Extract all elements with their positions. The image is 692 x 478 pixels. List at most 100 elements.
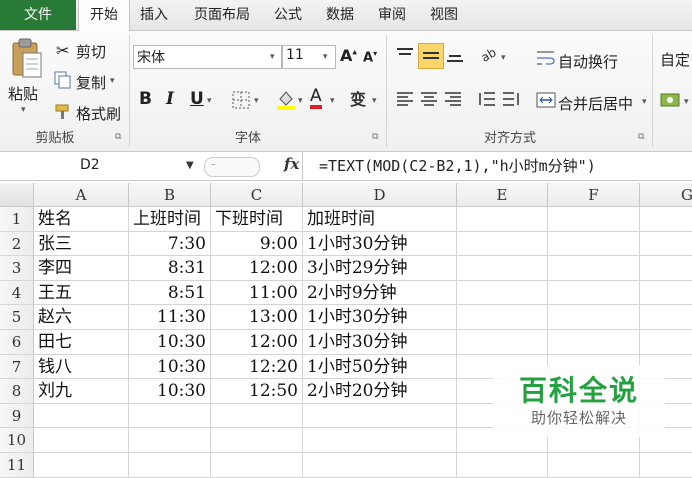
empty-cell[interactable] (640, 207, 692, 232)
empty-cell[interactable] (34, 453, 129, 478)
row-header[interactable]: 4 (0, 280, 34, 306)
empty-cell[interactable] (303, 403, 457, 429)
data-cell[interactable]: 7:30 (129, 231, 211, 257)
decrease-indent-icon[interactable] (478, 91, 496, 111)
empty-cell[interactable] (548, 330, 640, 355)
align-top-icon[interactable] (396, 47, 414, 67)
fill-color-icon[interactable] (276, 89, 296, 115)
row-header[interactable]: 3 (0, 256, 34, 281)
column-header[interactable]: C (211, 183, 303, 207)
tab-view[interactable]: 视图 (424, 0, 464, 30)
number-format-dropdown-icon[interactable]: ▾ (684, 97, 689, 107)
copy-button[interactable]: 复制 (76, 72, 106, 93)
overtime-cell[interactable]: 1小时30分钟 (303, 231, 457, 257)
wrap-text-icon[interactable] (536, 49, 556, 71)
data-cell[interactable]: 10:30 (129, 330, 211, 355)
clipboard-launcher-icon[interactable]: ⧉ (115, 132, 121, 142)
underline-button[interactable]: U (190, 89, 204, 109)
row-header[interactable]: 2 (0, 231, 34, 257)
empty-cell[interactable] (457, 256, 548, 281)
column-header[interactable]: E (457, 183, 548, 207)
bold-button[interactable]: B (139, 89, 152, 109)
tab-review[interactable]: 审阅 (372, 0, 412, 30)
overtime-cell[interactable]: 2小时9分钟 (303, 280, 457, 306)
merge-dropdown-icon[interactable]: ▾ (642, 97, 647, 107)
orientation-icon[interactable]: ab (478, 43, 500, 67)
border-dropdown-icon[interactable]: ▾ (254, 96, 259, 106)
font-size-select[interactable]: 11 ▾ (282, 45, 336, 69)
empty-cell[interactable] (548, 453, 640, 478)
phonetic-guide-icon[interactable]: 变 (350, 86, 366, 110)
empty-cell[interactable] (303, 428, 457, 453)
column-header[interactable]: G (640, 183, 692, 207)
empty-cell[interactable] (548, 280, 640, 306)
tab-data[interactable]: 数据 (320, 0, 360, 30)
data-cell[interactable]: 田七 (34, 330, 129, 355)
column-header[interactable]: A (34, 183, 129, 207)
empty-cell[interactable] (457, 453, 548, 478)
underline-dropdown-icon[interactable]: ▾ (207, 96, 212, 106)
number-format-icon[interactable] (660, 91, 684, 113)
overtime-cell[interactable]: 1小时30分钟 (303, 330, 457, 355)
row-header[interactable]: 6 (0, 330, 34, 355)
data-cell[interactable]: 12:50 (211, 379, 303, 404)
alignment-launcher-icon[interactable]: ⧉ (638, 132, 644, 142)
align-right-icon[interactable] (444, 91, 462, 111)
formula-bar-resizer-icon[interactable]: - (204, 157, 260, 177)
font-name-dropdown-icon[interactable]: ▾ (270, 52, 275, 62)
data-cell[interactable]: 钱八 (34, 354, 129, 380)
formula-input[interactable]: =TEXT(MOD(C2-B2,1),"h小时m分钟") (302, 152, 692, 180)
data-cell[interactable]: 张三 (34, 231, 129, 257)
italic-button[interactable]: I (166, 89, 174, 109)
custom-number-format-label[interactable]: 自定 (660, 49, 690, 70)
header-cell[interactable]: 加班时间 (303, 207, 457, 232)
empty-cell[interactable] (34, 403, 129, 429)
data-cell[interactable]: 8:51 (129, 280, 211, 306)
empty-cell[interactable] (303, 453, 457, 478)
header-cell[interactable]: 上班时间 (129, 207, 211, 232)
data-cell[interactable]: 10:30 (129, 354, 211, 380)
paste-dropdown-icon[interactable]: ▾ (21, 105, 26, 115)
data-cell[interactable]: 12:20 (211, 354, 303, 380)
font-launcher-icon[interactable]: ⧉ (372, 132, 378, 142)
empty-cell[interactable] (457, 330, 548, 355)
align-center-icon[interactable] (420, 91, 438, 111)
tab-file[interactable]: 文件 (0, 0, 76, 30)
paste-icon[interactable] (10, 37, 44, 85)
empty-cell[interactable] (640, 453, 692, 478)
empty-cell[interactable] (129, 428, 211, 453)
align-left-icon[interactable] (396, 91, 414, 111)
header-cell[interactable]: 下班时间 (211, 207, 303, 232)
border-icon[interactable] (232, 91, 250, 113)
empty-cell[interactable] (211, 453, 303, 478)
align-middle-icon[interactable] (418, 43, 444, 69)
increase-font-icon[interactable]: A▴ (340, 46, 357, 65)
copy-dropdown-icon[interactable]: ▾ (110, 76, 115, 86)
data-cell[interactable]: 12:00 (211, 256, 303, 281)
decrease-font-icon[interactable]: A▾ (363, 49, 377, 65)
overtime-cell[interactable]: 2小时20分钟 (303, 379, 457, 404)
empty-cell[interactable] (640, 305, 692, 330)
data-cell[interactable]: 8:31 (129, 256, 211, 281)
format-painter-button[interactable]: 格式刷 (76, 103, 121, 124)
column-header[interactable]: F (548, 183, 640, 207)
phonetic-dropdown-icon[interactable]: ▾ (372, 96, 377, 106)
column-header[interactable]: B (129, 183, 211, 207)
font-name-select[interactable]: 宋体 ▾ (133, 45, 282, 69)
empty-cell[interactable] (129, 453, 211, 478)
empty-cell[interactable] (640, 256, 692, 281)
data-cell[interactable]: 刘九 (34, 379, 129, 404)
data-cell[interactable]: 赵六 (34, 305, 129, 330)
insert-function-icon[interactable]: fx (284, 155, 299, 173)
empty-cell[interactable] (34, 428, 129, 453)
overtime-cell[interactable]: 1小时30分钟 (303, 305, 457, 330)
tab-page-layout[interactable]: 页面布局 (184, 0, 260, 30)
tab-formulas[interactable]: 公式 (268, 0, 308, 30)
column-header[interactable]: D (303, 183, 457, 207)
data-cell[interactable]: 12:00 (211, 330, 303, 355)
name-box-dropdown-icon[interactable]: ▼ (186, 155, 194, 176)
empty-cell[interactable] (211, 403, 303, 429)
row-header[interactable]: 10 (0, 428, 34, 453)
tab-insert[interactable]: 插入 (134, 0, 174, 30)
data-cell[interactable]: 11:30 (129, 305, 211, 330)
